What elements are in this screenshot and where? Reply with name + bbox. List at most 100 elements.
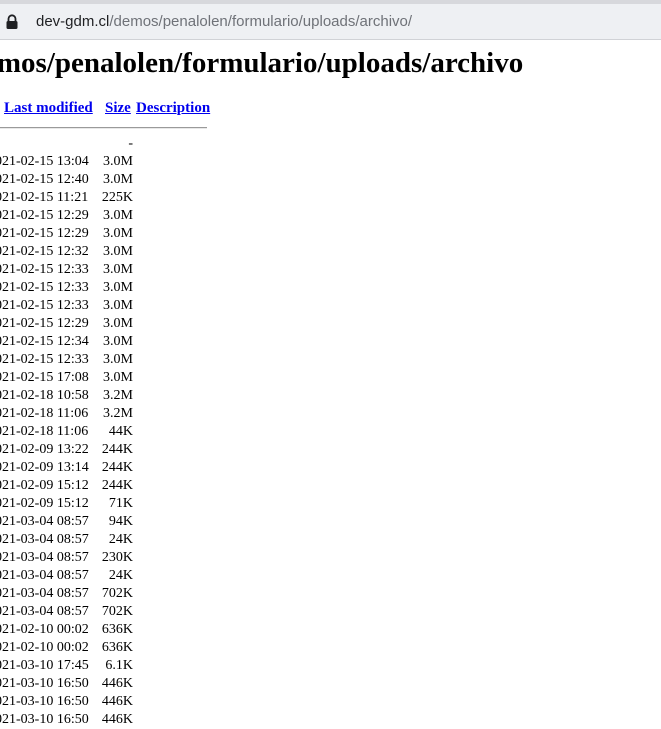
last-modified-cell: 2021-02-15 12:29 [0,226,89,241]
last-modified-cell: 2021-02-15 13:04 [0,154,89,169]
last-modified-cell: 2021-02-10 00:02 [0,640,89,655]
last-modified-cell: 2021-03-04 08:57 [0,604,89,619]
last-modified-cell: 2021-03-04 08:57 [0,532,89,547]
last-modified-cell: 2021-02-15 11:21 [0,190,89,205]
table-row: 2021-03-10 16:50 446K [0,675,200,693]
last-modified-cell: 2021-02-15 12:33 [0,298,89,313]
table-row: 2021-02-15 12:29 3.0M [0,207,200,225]
header-divider [0,127,207,129]
table-row: 2021-03-10 17:45 6.1K [0,657,200,675]
table-row: 2021-02-09 15:12 71K [0,495,200,513]
last-modified-cell: 2021-02-09 15:12 [0,496,89,511]
parent-directory-row: - [0,135,200,153]
table-row: 2021-02-15 12:33 3.0M [0,297,200,315]
size-cell: 244K [101,460,133,475]
size-cell: 3.0M [103,208,133,223]
last-modified-cell: 2021-02-15 12:33 [0,352,89,367]
address-bar[interactable]: dev-gdm.cl/demos/penalolen/formulario/up… [0,4,661,40]
table-row: 2021-02-15 12:40 3.0M [0,171,200,189]
table-row: 2021-02-18 10:58 3.2M [0,387,200,405]
last-modified-cell: 2021-02-09 13:14 [0,460,89,475]
table-row: 2021-02-15 12:29 3.0M [0,225,200,243]
size-cell: 244K [101,478,133,493]
table-row: 2021-03-10 16:50 446K [0,711,200,729]
table-row: 2021-02-10 00:02 636K [0,621,200,639]
size-cell: 6.1K [105,658,133,673]
table-row: 2021-03-04 08:57 230K [0,549,200,567]
size-cell: 3.0M [103,280,133,295]
size-cell: 3.0M [103,172,133,187]
parent-size-cell: - [128,136,133,151]
size-cell: 3.0M [103,154,133,169]
last-modified-cell: 2021-03-10 16:50 [0,694,89,709]
size-cell: 225K [101,190,133,205]
sort-size-link[interactable]: Size [105,100,131,117]
size-cell: 636K [101,640,133,655]
table-row: 2021-02-18 11:06 3.2M [0,405,200,423]
size-cell: 3.0M [103,226,133,241]
sort-description-link[interactable]: Description [136,100,210,117]
size-cell: 24K [108,532,133,547]
size-cell: 446K [101,712,133,727]
size-cell: 3.0M [103,316,133,331]
url-text[interactable]: dev-gdm.cl/demos/penalolen/formulario/up… [36,13,412,30]
last-modified-cell: 2021-02-15 12:29 [0,208,89,223]
size-cell: 230K [101,550,133,565]
last-modified-cell: 2021-03-10 16:50 [0,712,89,727]
last-modified-cell: 2021-03-04 08:57 [0,550,89,565]
size-cell: 3.0M [103,298,133,313]
size-cell: 44K [108,424,133,439]
table-row: 2021-03-04 08:57 24K [0,567,200,585]
last-modified-cell: 2021-02-18 11:06 [0,424,89,439]
table-row: 2021-03-04 08:57 702K [0,585,200,603]
table-row: 2021-02-09 13:22 244K [0,441,200,459]
size-cell: 3.0M [103,244,133,259]
size-cell: 446K [101,676,133,691]
last-modified-cell: 2021-02-09 13:22 [0,442,89,457]
last-modified-cell: 2021-02-18 10:58 [0,388,89,403]
last-modified-cell: 2021-02-15 12:33 [0,262,89,277]
page-title: emos/penalolen/formulario/uploads/archiv… [0,47,524,79]
size-cell: 636K [101,622,133,637]
last-modified-cell: 2021-02-15 12:33 [0,280,89,295]
size-cell: 94K [108,514,133,529]
last-modified-cell: 2021-02-15 17:08 [0,370,89,385]
last-modified-cell: 2021-02-15 12:32 [0,244,89,259]
table-row: 2021-03-04 08:57 702K [0,603,200,621]
size-cell: 3.2M [103,406,133,421]
size-cell: 3.0M [103,370,133,385]
size-cell: 3.2M [103,388,133,403]
table-row: 2021-02-15 13:04 3.0M [0,153,200,171]
last-modified-cell: 2021-03-10 17:45 [0,658,89,673]
table-row: 2021-03-04 08:57 94K [0,513,200,531]
table-row: 2021-02-10 00:02 636K [0,639,200,657]
last-modified-cell: 2021-02-15 12:29 [0,316,89,331]
lock-icon [6,14,18,29]
sort-last-modified-link[interactable]: Last modified [4,100,93,117]
table-row: 2021-02-15 12:33 3.0M [0,351,200,369]
size-cell: 3.0M [103,334,133,349]
last-modified-cell: 2021-02-09 15:12 [0,478,89,493]
size-cell: 24K [108,568,133,583]
table-row: 2021-02-09 15:12 244K [0,477,200,495]
last-modified-cell: 2021-02-10 00:02 [0,622,89,637]
last-modified-cell: 2021-03-04 08:57 [0,586,89,601]
size-cell: 446K [101,694,133,709]
size-cell: 71K [108,496,133,511]
last-modified-cell: 2021-02-15 12:40 [0,172,89,187]
size-cell: 244K [101,442,133,457]
last-modified-cell: 2021-02-18 11:06 [0,406,89,421]
table-row: 2021-02-15 12:33 3.0M [0,261,200,279]
size-cell: 3.0M [103,262,133,277]
last-modified-cell: 2021-03-10 16:50 [0,676,89,691]
table-row: 2021-03-10 16:50 446K [0,693,200,711]
last-modified-cell: 2021-02-15 12:34 [0,334,89,349]
table-row: 2021-02-15 11:21 225K [0,189,200,207]
table-row: 2021-02-18 11:06 44K [0,423,200,441]
table-row: 2021-02-15 12:29 3.0M [0,315,200,333]
table-row: 2021-02-15 17:08 3.0M [0,369,200,387]
table-row: 2021-02-15 12:32 3.0M [0,243,200,261]
size-cell: 702K [101,604,133,619]
table-row: 2021-03-04 08:57 24K [0,531,200,549]
last-modified-cell: 2021-03-04 08:57 [0,514,89,529]
